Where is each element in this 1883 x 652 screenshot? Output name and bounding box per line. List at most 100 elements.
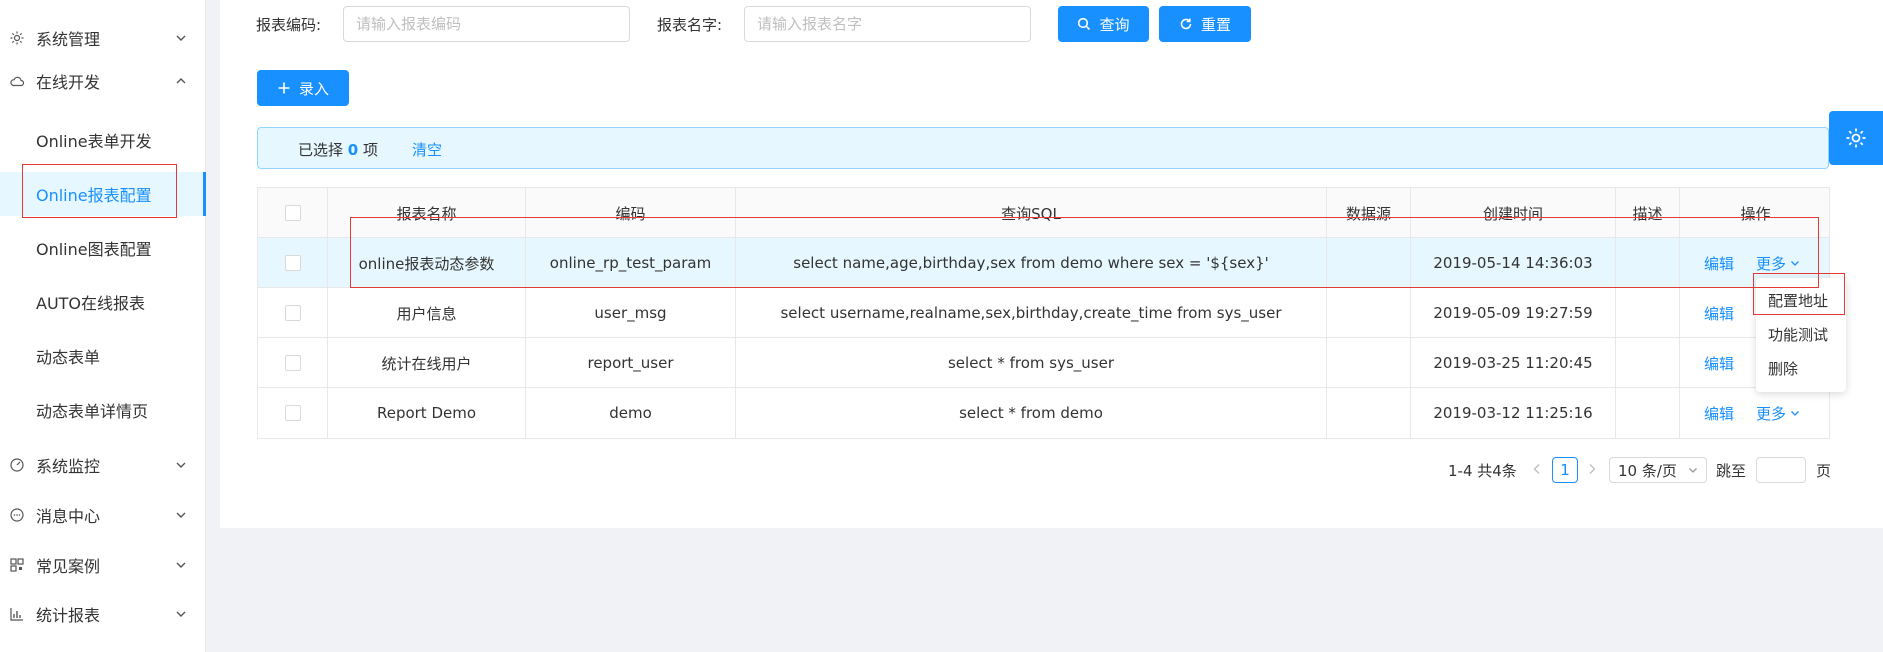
cloud-icon [9,73,25,89]
table-row[interactable]: 统计在线用户 report_user select * from sys_use… [258,338,1829,388]
query-button-label: 查询 [1099,15,1130,34]
dropdown-item-function-test[interactable]: 功能测试 [1768,324,1828,345]
menu-message-center[interactable]: 消息中心 [0,495,206,535]
header-created: 创建时间 [1411,188,1616,238]
chevron-down-icon [175,32,187,44]
cell-sql: select name,age,birthday,sex from demo w… [736,238,1327,288]
report-code-label: 报表编码: [256,16,322,34]
chevron-right-icon[interactable] [1585,462,1599,476]
cell-datasource [1327,288,1411,338]
cell-created: 2019-03-12 11:25:16 [1411,388,1616,438]
add-button[interactable]: 录入 [257,70,349,106]
page-suffix-label: 页 [1816,461,1832,480]
row-checkbox[interactable] [284,405,301,421]
cell-desc [1616,388,1680,438]
chevron-down-icon [175,559,187,571]
cell-datasource [1327,238,1411,288]
message-icon [9,507,25,523]
chevron-left-icon[interactable] [1530,462,1544,476]
submenu-online-report[interactable]: Online报表配置 [0,172,206,216]
clear-selection-link[interactable]: 清空 [412,139,442,160]
cell-desc [1616,288,1680,338]
edit-link[interactable]: 编辑 [1704,403,1734,424]
row-checkbox[interactable] [284,305,301,321]
dropdown-item-delete[interactable]: 删除 [1768,358,1798,379]
menu-online-dev[interactable]: 在线开发 [0,61,206,101]
menu-label: 系统管理 [36,30,101,49]
menu-common-cases[interactable]: 常见案例 [0,545,206,585]
more-label: 更多 [1756,404,1787,423]
header-checkbox-cell [258,188,328,238]
more-dropdown-trigger[interactable]: 更多 [1756,253,1800,274]
submenu-label: 动态表单详情页 [36,402,149,421]
report-table: 报表名称 编码 查询SQL 数据源 创建时间 描述 操作 online报表动态参… [257,187,1830,439]
report-name-input[interactable] [744,6,1031,42]
submenu-label: Online报表配置 [36,186,152,205]
submenu-online-form[interactable]: Online表单开发 [0,118,206,162]
header-desc: 描述 [1616,188,1680,238]
jump-label: 跳至 [1716,461,1747,480]
bar-chart-icon [9,606,25,622]
chevron-down-icon [1786,258,1800,268]
header-sql: 查询SQL [736,188,1327,238]
menu-system-monitor[interactable]: 系统监控 [0,445,206,485]
page-number-current[interactable]: 1 [1552,457,1578,483]
row-checkbox-cell [258,238,328,288]
row-checkbox-cell [258,288,328,338]
cell-sql: select * from demo [736,388,1327,438]
qrcode-icon [9,557,25,573]
cell-created: 2019-05-09 19:27:59 [1411,288,1616,338]
selection-info: 已选择 0 项 [298,139,378,160]
row-checkbox-cell [258,338,328,388]
submenu-dynamic-form-detail[interactable]: 动态表单详情页 [0,388,206,432]
page-size-select[interactable]: 10 条/页 [1609,457,1707,483]
table-row[interactable]: Report Demo demo select * from demo 2019… [258,388,1829,438]
submenu-online-chart[interactable]: Online图表配置 [0,226,206,270]
table-row[interactable]: online报表动态参数 online_rp_test_param select… [258,238,1829,288]
row-checkbox[interactable] [284,355,301,371]
reset-button[interactable]: 重置 [1159,6,1251,42]
row-checkbox[interactable] [284,255,301,271]
menu-label: 常见案例 [36,557,101,576]
cell-created: 2019-05-14 14:36:03 [1411,238,1616,288]
dashboard-icon [9,457,25,473]
gear-icon [1844,126,1868,150]
cell-sql: select * from sys_user [736,338,1327,388]
settings-drawer-button[interactable] [1829,111,1883,165]
submenu-dynamic-form[interactable]: 动态表单 [0,334,206,378]
submenu-label: AUTO在线报表 [36,294,146,313]
edit-link[interactable]: 编辑 [1704,253,1734,274]
cell-actions: 编辑 更多 [1680,388,1831,438]
add-button-label: 录入 [298,79,329,98]
submenu-auto-report[interactable]: AUTO在线报表 [0,280,206,324]
edit-link[interactable]: 编辑 [1704,353,1734,374]
query-button[interactable]: 查询 [1058,6,1149,42]
cell-code: user_msg [526,288,736,338]
menu-label: 统计报表 [36,606,101,625]
chevron-up-icon [175,75,187,87]
edit-link[interactable]: 编辑 [1704,303,1734,324]
menu-label: 在线开发 [36,73,101,92]
jump-page-input[interactable] [1756,457,1806,483]
cell-created: 2019-03-25 11:20:45 [1411,338,1616,388]
table-row[interactable]: 用户信息 user_msg select username,realname,s… [258,288,1829,338]
cell-code: online_rp_test_param [526,238,736,288]
gear-icon [9,30,25,46]
selection-prefix: 已选择 [298,141,348,159]
menu-system-management[interactable]: 系统管理 [0,18,206,58]
more-dropdown-trigger[interactable]: 更多 [1756,403,1800,424]
header-datasource: 数据源 [1327,188,1411,238]
cell-datasource [1327,388,1411,438]
selection-alert: 已选择 0 项 清空 [257,127,1829,169]
menu-statistics-report[interactable]: 统计报表 [0,594,206,634]
pagination-total: 1-4 共4条 [1448,461,1517,480]
more-label: 更多 [1756,254,1787,273]
dropdown-item-config-address[interactable]: 配置地址 [1768,290,1828,311]
report-code-input[interactable] [343,6,630,42]
search-icon [1077,17,1099,31]
header-code: 编码 [526,188,736,238]
select-all-checkbox[interactable] [284,205,301,221]
cell-report-name: Report Demo [328,388,526,438]
cell-desc [1616,238,1680,288]
cell-sql: select username,realname,sex,birthday,cr… [736,288,1327,338]
